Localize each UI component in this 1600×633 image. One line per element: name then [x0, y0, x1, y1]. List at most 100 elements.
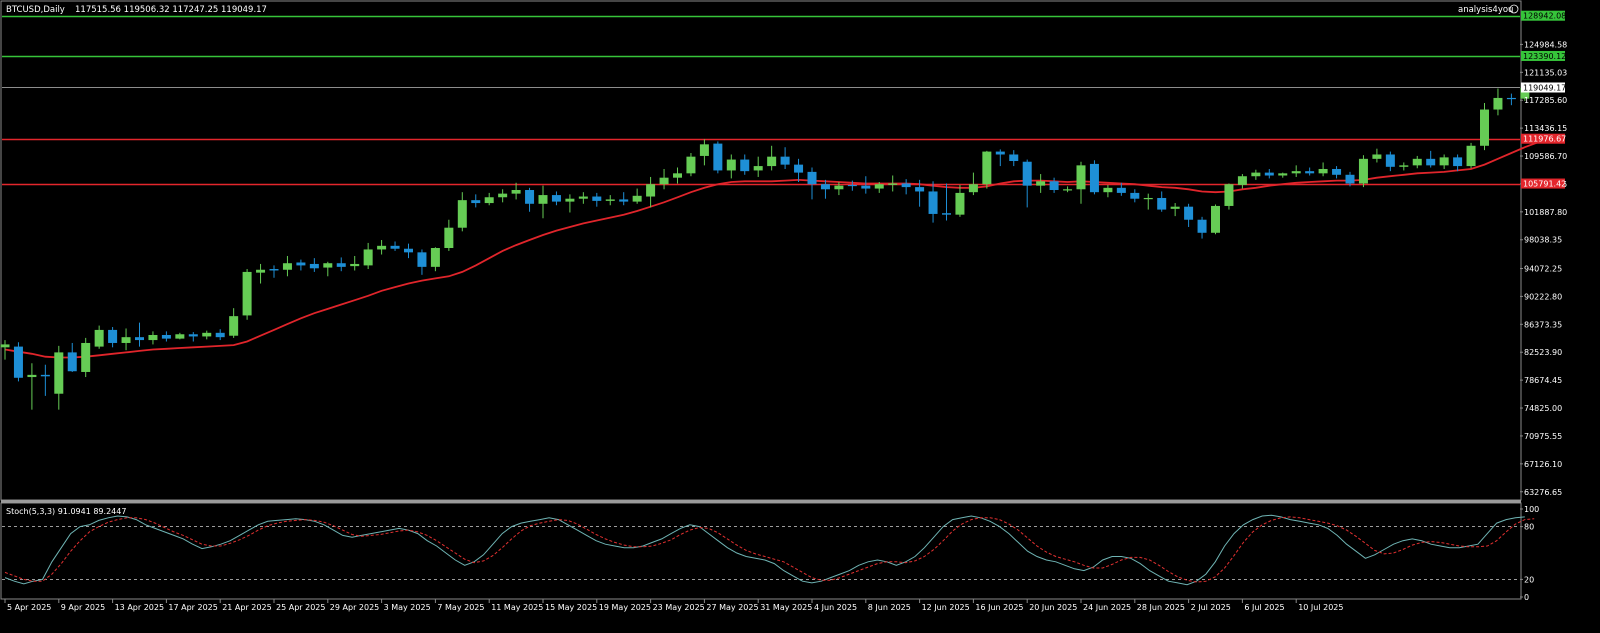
candle-body [202, 332, 212, 337]
y-axis-tick-label: 86373.35 [1524, 320, 1562, 329]
y-axis-tick-label: 74825.00 [1524, 404, 1562, 413]
candle-body [1049, 181, 1059, 191]
y-axis-tick-label: 117285.60 [1524, 96, 1567, 105]
candle-body [874, 184, 884, 189]
candle-body [1332, 168, 1342, 175]
candle-body [525, 190, 535, 204]
pane-separator[interactable] [1, 500, 1521, 503]
candle-body [511, 190, 521, 194]
candle-body [1264, 172, 1274, 176]
candle-body [673, 173, 682, 178]
candle-body [1130, 192, 1140, 199]
level-price-tag-label: 123390.12 [1523, 52, 1566, 61]
x-axis-tick-label: 28 Jun 2025 [1137, 603, 1185, 612]
chart-window: 100 80 20 0 124984.58 121135.03 117285.60 1134… [0, 0, 1600, 629]
y-axis-tick-label: 90222.80 [1524, 292, 1562, 301]
candle-body [1385, 154, 1395, 167]
candle-body [1184, 206, 1194, 220]
candle-body [1009, 154, 1019, 162]
x-axis-tick-label: 27 May 2025 [706, 603, 758, 612]
current-price-tag-label: 119049.17 [1523, 84, 1566, 93]
candle-body [686, 156, 696, 174]
candle-body [188, 334, 198, 337]
candle-body [13, 346, 23, 378]
candle-body [81, 342, 91, 372]
x-axis-tick-label: 16 Jun 2025 [975, 603, 1023, 612]
x-axis-tick-label: 24 Jun 2025 [1083, 603, 1131, 612]
candle-body [861, 185, 871, 189]
y-axis-tick-label: 82523.90 [1524, 348, 1562, 357]
x-axis-tick-label: 3 May 2025 [384, 603, 431, 612]
candle-body [1399, 165, 1409, 167]
candle-body [901, 183, 911, 188]
candle-body [1103, 187, 1113, 193]
y-axis-tick-label: 113436.15 [1524, 124, 1567, 133]
candle-body [1278, 173, 1288, 176]
candle-body [175, 334, 185, 339]
candle-body [646, 184, 656, 197]
candle-body [1089, 163, 1099, 193]
candle-body [1506, 97, 1516, 100]
x-axis-tick-label: 5 Apr 2025 [7, 603, 51, 612]
candle-body [242, 271, 252, 316]
candle-body [269, 269, 279, 271]
candle-body [1076, 165, 1086, 190]
candle-body [551, 195, 561, 202]
candle-body [1143, 197, 1153, 200]
candle-body [982, 151, 992, 185]
x-axis-tick-label: 13 Apr 2025 [115, 603, 164, 612]
candle-body [404, 248, 413, 253]
x-axis-tick-label: 19 May 2025 [599, 603, 651, 612]
y-axis-tick-label: 109586.70 [1524, 152, 1567, 161]
candle-body [753, 166, 763, 171]
candle-body [1197, 219, 1207, 233]
candle-body [323, 263, 333, 268]
candle-body [915, 187, 925, 192]
candle-body [888, 183, 898, 185]
candle-body [108, 329, 118, 343]
x-axis-tick-label: 29 Apr 2025 [330, 603, 379, 612]
candle-body [740, 159, 750, 172]
watermark-label: analysis4you [1458, 5, 1513, 15]
candle-body [592, 196, 602, 201]
candle-body [484, 197, 494, 204]
stoch-y-tick-label: 80 [1524, 523, 1534, 532]
candle-body [807, 171, 817, 185]
chart-ohlc-readout: 117515.56 119506.32 117247.25 119049.17 [75, 5, 267, 15]
candle-body [767, 156, 777, 167]
candle-body [471, 200, 481, 204]
price-chart[interactable]: 100 80 20 0 124984.58 121135.03 117285.60 1134… [0, 0, 1600, 629]
candle-body [1251, 172, 1261, 177]
candle-body [309, 263, 319, 269]
candle-body [565, 198, 575, 202]
y-axis-tick-label: 67126.10 [1524, 460, 1562, 469]
candle-body [296, 262, 306, 266]
candle-body [1358, 158, 1368, 184]
candle-body [498, 193, 508, 198]
candle-body [148, 334, 158, 341]
candle-body [1237, 176, 1247, 185]
candle-body [538, 195, 548, 204]
x-axis-tick-label: 17 Apr 2025 [168, 603, 217, 612]
candle-body [968, 184, 978, 193]
candle-body [605, 199, 615, 201]
candle-body [955, 192, 965, 215]
level-price-tag-label: 105791.42 [1523, 180, 1566, 189]
x-axis-tick-label: 11 May 2025 [491, 603, 543, 612]
candle-body [1036, 181, 1046, 186]
candle-body [1211, 205, 1220, 233]
candle-body [54, 352, 64, 394]
x-axis-tick-label: 12 Jun 2025 [922, 603, 970, 612]
x-axis-tick-label: 23 May 2025 [653, 603, 705, 612]
candle-body [1157, 197, 1167, 210]
y-axis-tick-label: 94072.25 [1524, 265, 1562, 274]
candle-body [1426, 158, 1436, 166]
candle-body [928, 191, 938, 214]
x-axis-tick-label: 6 Jul 2025 [1244, 603, 1284, 612]
candle-body [1224, 184, 1234, 206]
candle-body [430, 248, 440, 267]
x-axis-tick-label: 21 Apr 2025 [222, 603, 271, 612]
candle-body [619, 199, 629, 202]
candle-body [578, 196, 588, 199]
stoch-indicator-label: Stoch(5,3,3) 91.0941 89.2447 [6, 507, 126, 516]
